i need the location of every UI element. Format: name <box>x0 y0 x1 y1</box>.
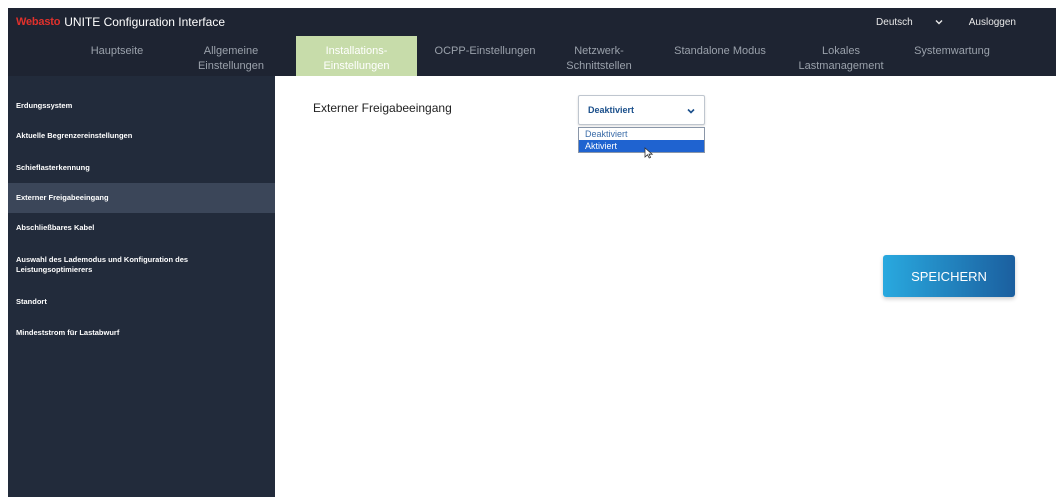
tab-netzwerk-schnittstellen[interactable]: Netzwerk- Schnittstellen <box>552 36 646 76</box>
tab-hauptseite[interactable]: Hauptseite <box>64 36 170 76</box>
setting-label: Externer Freigabeeingang <box>313 101 452 115</box>
chevron-down-icon <box>685 105 696 116</box>
select-dropdown-list: Deaktiviert Aktiviert <box>578 127 705 153</box>
sidebar-item-standort[interactable]: Standort <box>8 294 275 310</box>
option-aktiviert[interactable]: Aktiviert <box>579 140 704 152</box>
header-actions: Deutsch Ausloggen <box>876 16 1056 28</box>
tab-label: Standalone Modus <box>674 45 766 57</box>
sidebar-item-abschliessbares-kabel[interactable]: Abschließbares Kabel <box>8 220 275 236</box>
tab-label: Hauptseite <box>90 45 144 57</box>
chevron-down-icon[interactable] <box>933 16 945 28</box>
sidebar-item-label: Externer Freigabeeingang <box>16 193 109 202</box>
tab-installations-einstellungen[interactable]: Installations- Einstellungen <box>296 36 417 76</box>
sidebar-item-aktuelle-begrenzereinstellungen[interactable]: Aktuelle Begrenzereinstellungen <box>8 128 275 144</box>
tab-ocpp-einstellungen[interactable]: OCPP-Einstellungen <box>422 36 548 76</box>
sidebar-item-label: Erdungssystem <box>16 101 73 110</box>
webasto-logo: Webasto <box>16 16 61 28</box>
tab-label: OCPP-Einstellungen <box>434 45 536 57</box>
tab-label: Allgemeine <box>203 45 259 57</box>
tab-label: Systemwartung <box>914 45 990 57</box>
sidebar-item-label-line2: Leistungsoptimierers <box>16 265 93 274</box>
sidebar: Erdungssystem Aktuelle Begrenzereinstell… <box>8 76 275 497</box>
main-nav: Hauptseite Allgemeine Einstellungen Inst… <box>8 36 1056 76</box>
tab-systemwartung[interactable]: Systemwartung <box>904 36 1000 76</box>
tab-label-line2: Einstellungen <box>197 60 265 72</box>
tab-label: Netzwerk- <box>574 45 624 57</box>
tab-standalone-modus[interactable]: Standalone Modus <box>668 36 772 76</box>
sidebar-item-label: Abschließbares Kabel <box>16 223 95 232</box>
sidebar-item-label: Mindeststrom für Lastabwurf <box>16 328 120 337</box>
app-title: UNITE Configuration Interface <box>64 15 225 29</box>
sidebar-item-label: Schieflasterkennung <box>16 163 90 172</box>
sidebar-item-label: Aktuelle Begrenzereinstellungen <box>16 131 133 140</box>
brand: Webasto UNITE Configuration Interface <box>16 15 225 29</box>
mouse-cursor-icon <box>644 147 654 159</box>
tab-label-line2: Lastmanagement <box>798 60 884 72</box>
sidebar-item-mindeststrom[interactable]: Mindeststrom für Lastabwurf <box>8 325 275 341</box>
tab-label-line2: Schnittstellen <box>566 60 632 72</box>
sidebar-item-label: Standort <box>16 297 47 306</box>
tab-label-line2: Einstellungen <box>323 60 390 72</box>
option-deaktiviert[interactable]: Deaktiviert <box>579 128 704 140</box>
freigabe-select[interactable]: Deaktiviert <box>578 95 705 125</box>
sidebar-item-schieflasterkennung[interactable]: Schieflasterkennung <box>8 160 275 176</box>
language-select[interactable]: Deutsch <box>876 17 913 28</box>
sidebar-item-label: Auswahl des Lademodus und Konfiguration … <box>16 255 189 264</box>
logout-link[interactable]: Ausloggen <box>969 17 1016 28</box>
tab-label: Installations- <box>325 45 388 57</box>
sidebar-item-externer-freigabeeingang[interactable]: Externer Freigabeeingang <box>8 183 275 213</box>
save-button[interactable]: SPEICHERN <box>883 255 1015 297</box>
tab-lokales-lastmanagement[interactable]: Lokales Lastmanagement <box>788 36 894 76</box>
tab-allgemeine-einstellungen[interactable]: Allgemeine Einstellungen <box>188 36 274 76</box>
top-bar: Webasto UNITE Configuration Interface De… <box>8 8 1056 36</box>
select-value: Deaktiviert <box>588 105 635 115</box>
sidebar-item-erdungssystem[interactable]: Erdungssystem <box>8 98 275 114</box>
tab-label: Lokales <box>822 45 860 57</box>
sidebar-item-lademodus[interactable]: Auswahl des Lademodus und Konfiguration … <box>8 253 275 277</box>
